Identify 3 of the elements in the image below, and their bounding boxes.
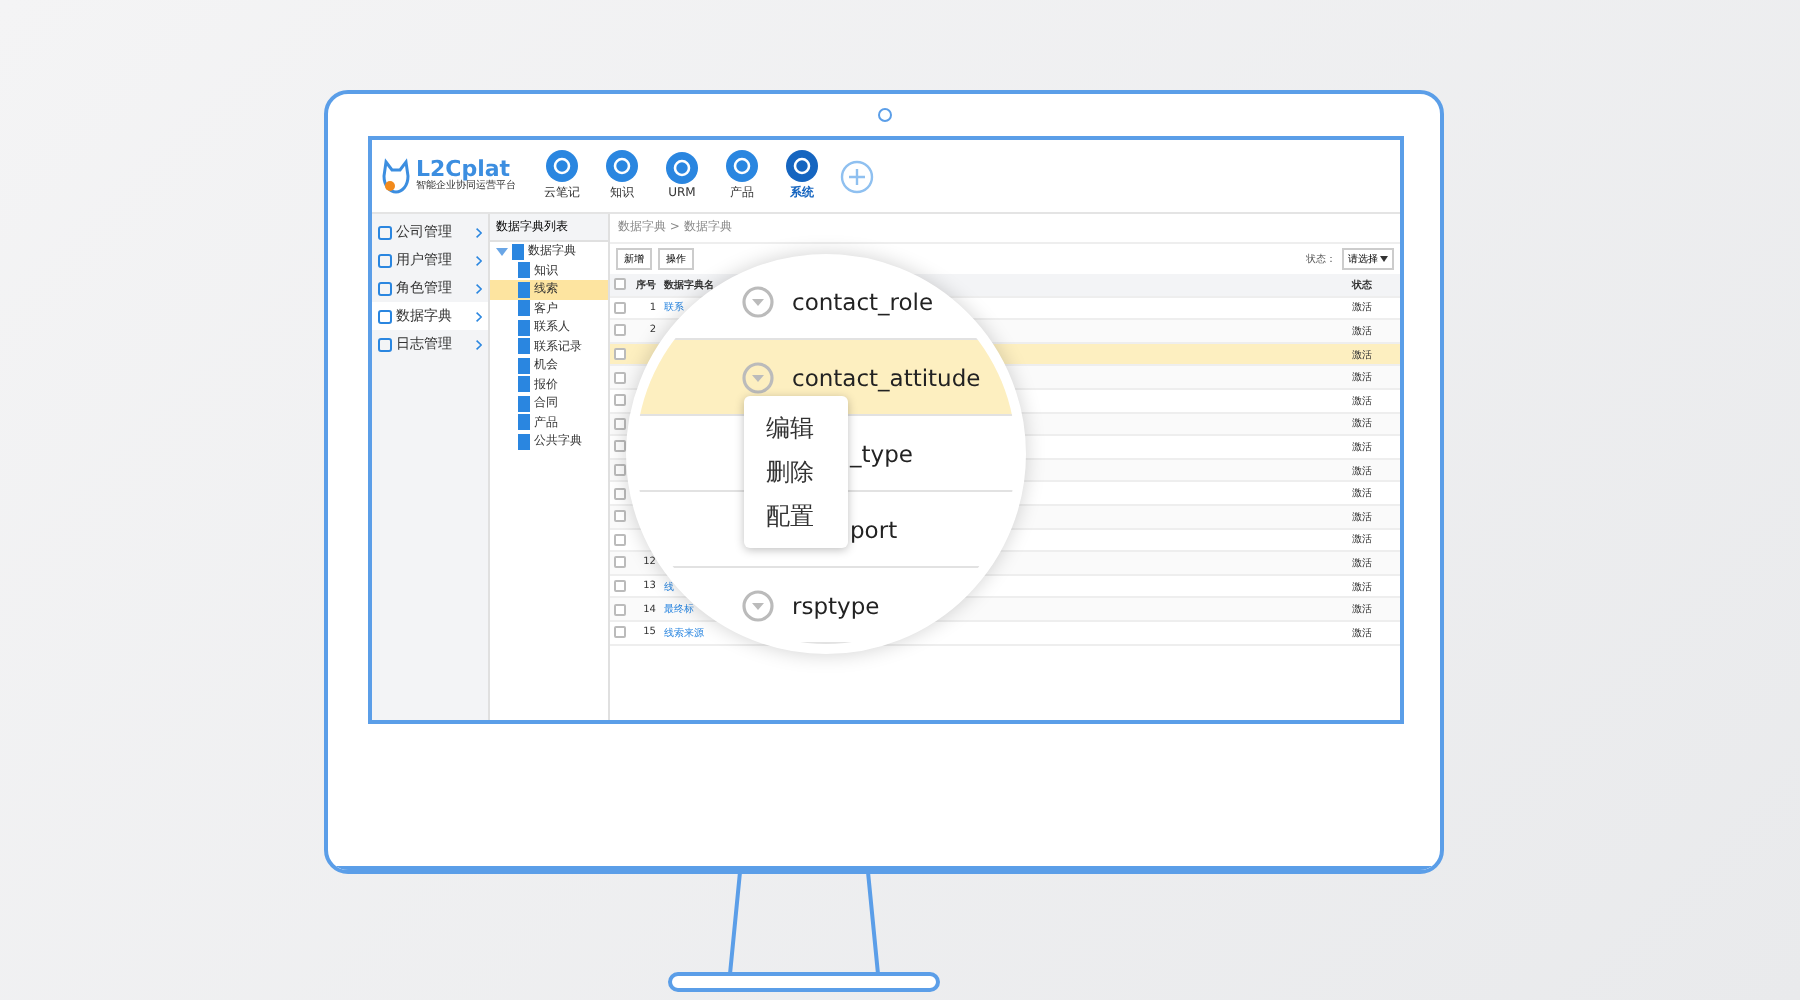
field-name: contact_attitude: [792, 363, 981, 391]
field-name: _type: [850, 439, 913, 467]
logo-text: L2Cplat: [416, 158, 511, 183]
